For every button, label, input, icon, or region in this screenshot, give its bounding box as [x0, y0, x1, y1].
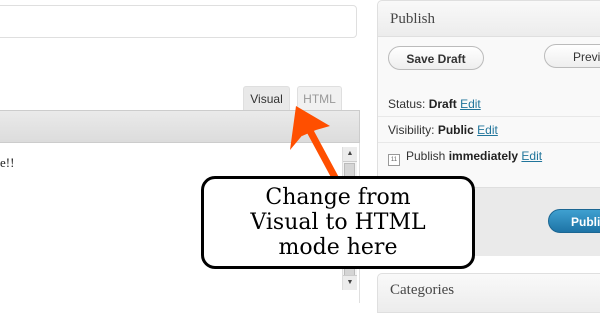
annotation-text: Change from Visual to HTML mode here — [250, 185, 426, 260]
annotation-callout: Change from Visual to HTML mode here — [201, 176, 475, 269]
